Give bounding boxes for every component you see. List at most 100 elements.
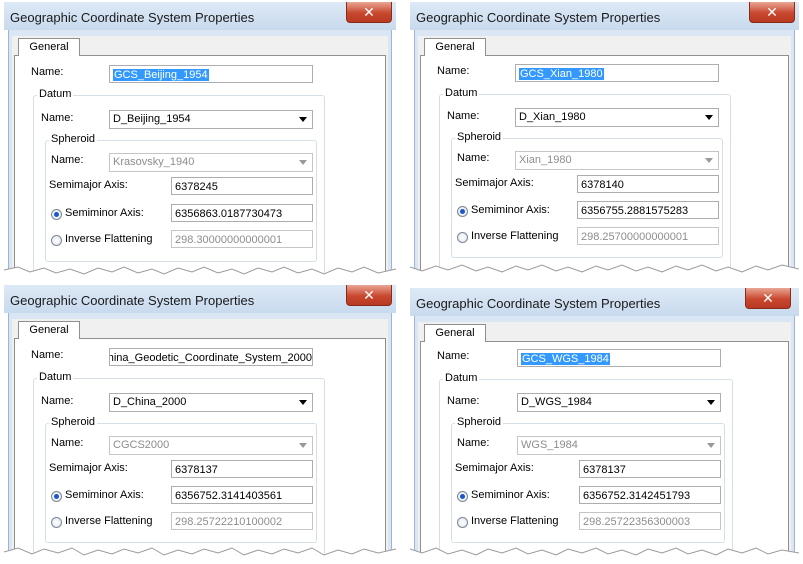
- name-field[interactable]: GCS_WGS_1984: [517, 349, 721, 367]
- tab-strip: General: [12, 36, 388, 56]
- tab-general[interactable]: General: [18, 38, 80, 56]
- close-icon: ✕: [766, 4, 778, 20]
- tab-strip: General: [12, 319, 388, 339]
- general-page: Name: GCS_Xian_1980 Datum Name: D_Xian_1…: [420, 55, 789, 278]
- close-icon: ✕: [363, 4, 375, 20]
- close-icon: ✕: [762, 290, 774, 306]
- inverse-flattening-value: 298.30000000000001: [175, 234, 283, 246]
- inverse-flattening-radio[interactable]: [457, 517, 468, 528]
- inverse-flattening-radio[interactable]: [457, 232, 468, 243]
- inverse-flattening-value: 298.25722210100002: [175, 516, 283, 528]
- tab-general[interactable]: General: [424, 324, 486, 342]
- semiminor-radio[interactable]: [51, 491, 62, 502]
- semiminor-value: 6356863.0187730473: [175, 208, 283, 220]
- inverse-flattening-field[interactable]: 298.30000000000001: [171, 230, 313, 248]
- name-value: GCS_WGS_1984: [521, 353, 610, 365]
- dialog-client: General Name: GCS_Xian_1980 Datum Name: …: [418, 36, 791, 278]
- datum-name-select[interactable]: D_WGS_1984: [517, 393, 721, 412]
- spheroid-group-label: Spheroid: [455, 416, 504, 428]
- spheroid-group-label: Spheroid: [49, 133, 98, 145]
- torn-edge: [4, 547, 396, 561]
- spheroid-name-value: WGS_1984: [521, 439, 578, 451]
- semimajor-value: 6378137: [175, 464, 218, 476]
- dialog-title: Geographic Coordinate System Properties: [10, 293, 255, 308]
- datum-group-label: Datum: [443, 87, 480, 99]
- datum-name-label: Name:: [447, 110, 480, 122]
- semiminor-value: 6356755.2881575283: [581, 205, 689, 217]
- inverse-flattening-value: 298.25722356300003: [583, 516, 691, 528]
- semimajor-field[interactable]: 6378137: [171, 460, 313, 478]
- chevron-down-icon: [707, 400, 715, 405]
- inverse-flattening-field[interactable]: 298.25722210100002: [171, 512, 313, 530]
- semiminor-field[interactable]: 6356863.0187730473: [171, 204, 313, 222]
- spheroid-group-label: Spheroid: [49, 416, 98, 428]
- semimajor-field[interactable]: 6378140: [577, 175, 719, 193]
- spheroid-name-value: CGCS2000: [113, 439, 170, 451]
- datum-name-label: Name:: [447, 395, 480, 407]
- chevron-down-icon: [299, 160, 307, 165]
- dialog-gcs-beijing-1954: Geographic Coordinate System Properties …: [4, 2, 396, 280]
- datum-name-select[interactable]: D_Beijing_1954: [109, 110, 313, 129]
- datum-name-value: D_Xian_1980: [519, 111, 586, 123]
- title-bar: Geographic Coordinate System Properties …: [410, 2, 799, 30]
- semiminor-field[interactable]: 6356752.3141403561: [171, 486, 313, 504]
- semimajor-field[interactable]: 6378245: [171, 177, 313, 195]
- name-label: Name:: [437, 350, 470, 362]
- dialog-china-geodetic-2000: Geographic Coordinate System Properties …: [4, 285, 396, 561]
- spheroid-name-select[interactable]: Krasovsky_1940: [109, 153, 313, 172]
- name-field[interactable]: GCS_Xian_1980: [515, 64, 719, 82]
- semimajor-value: 6378140: [581, 179, 624, 191]
- chevron-down-icon: [299, 443, 307, 448]
- name-field[interactable]: S_China_Geodetic_Coordinate_System_2000: [109, 348, 313, 366]
- name-value: S_China_Geodetic_Coordinate_System_2000: [110, 352, 312, 364]
- inverse-flattening-radio[interactable]: [51, 235, 62, 246]
- title-bar: Geographic Coordinate System Properties …: [410, 288, 799, 316]
- name-value: GCS_Beijing_1954: [113, 69, 209, 81]
- close-button[interactable]: ✕: [745, 288, 791, 309]
- semiminor-radio[interactable]: [457, 206, 468, 217]
- semiminor-field[interactable]: 6356752.3142451793: [579, 486, 721, 504]
- dialog-title: Geographic Coordinate System Properties: [416, 10, 661, 25]
- tab-general[interactable]: General: [18, 321, 80, 339]
- semiminor-value: 6356752.3141403561: [175, 490, 283, 502]
- close-button[interactable]: ✕: [346, 2, 392, 23]
- name-field[interactable]: GCS_Beijing_1954: [109, 65, 313, 83]
- title-bar: Geographic Coordinate System Properties …: [4, 2, 396, 30]
- close-button[interactable]: ✕: [346, 285, 392, 306]
- inverse-flattening-label: Inverse Flattening: [65, 233, 153, 245]
- spheroid-name-label: Name:: [51, 437, 84, 449]
- inverse-flattening-label: Inverse Flattening: [65, 515, 153, 527]
- inverse-flattening-label: Inverse Flattening: [471, 515, 559, 527]
- name-value: GCS_Xian_1980: [519, 68, 604, 80]
- inverse-flattening-field[interactable]: 298.25700000000001: [577, 227, 719, 245]
- spheroid-name-select[interactable]: WGS_1984: [517, 436, 721, 455]
- semimajor-label: Semimajor Axis:: [49, 179, 128, 191]
- tab-strip: General: [418, 322, 791, 342]
- semiminor-field[interactable]: 6356755.2881575283: [577, 201, 719, 219]
- semimajor-label: Semimajor Axis:: [455, 177, 534, 189]
- spheroid-group-label: Spheroid: [455, 131, 504, 143]
- tab-strip: General: [418, 36, 791, 56]
- spheroid-name-select[interactable]: Xian_1980: [515, 151, 719, 170]
- semimajor-label: Semimajor Axis:: [49, 462, 128, 474]
- semiminor-radio[interactable]: [457, 491, 468, 502]
- semiminor-label: Semiminor Axis:: [471, 489, 550, 501]
- dialog-gcs-wgs-1984: Geographic Coordinate System Properties …: [410, 288, 799, 561]
- inverse-flattening-field[interactable]: 298.25722356300003: [579, 512, 721, 530]
- inverse-flattening-radio[interactable]: [51, 517, 62, 528]
- spheroid-name-label: Name:: [457, 437, 490, 449]
- semiminor-label: Semiminor Axis:: [65, 207, 144, 219]
- semiminor-radio[interactable]: [51, 209, 62, 220]
- datum-name-select[interactable]: D_Xian_1980: [515, 108, 719, 127]
- general-page: Name: GCS_WGS_1984 Datum Name: D_WGS_198…: [420, 341, 789, 561]
- chevron-down-icon: [299, 400, 307, 405]
- name-label: Name:: [31, 66, 64, 78]
- datum-name-label: Name:: [41, 395, 74, 407]
- datum-name-select[interactable]: D_China_2000: [109, 393, 313, 412]
- spheroid-name-label: Name:: [51, 154, 84, 166]
- tab-general[interactable]: General: [424, 38, 486, 56]
- name-label: Name:: [437, 65, 470, 77]
- semimajor-field[interactable]: 6378137: [579, 460, 721, 478]
- close-button[interactable]: ✕: [749, 2, 795, 23]
- spheroid-name-select[interactable]: CGCS2000: [109, 436, 313, 455]
